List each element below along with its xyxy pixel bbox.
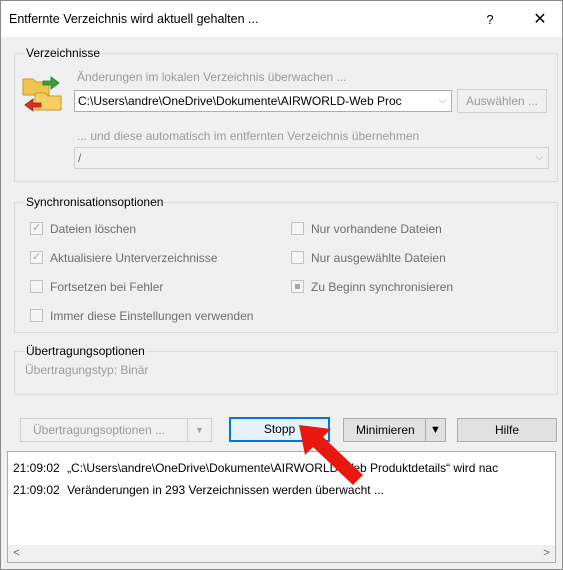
sync-options-group-label: Synchronisationsoptionen <box>25 195 165 209</box>
scroll-right-icon[interactable]: > <box>538 545 555 562</box>
local-directory-value: C:\Users\andre\OneDrive\Dokumente\AIRWOR… <box>78 94 402 108</box>
checkbox-box[interactable] <box>291 280 304 293</box>
chevron-down-icon[interactable]: ⌵ <box>531 148 548 168</box>
scroll-left-icon[interactable]: < <box>8 545 25 562</box>
title-bar[interactable]: Entfernte Verzeichnis wird aktuell gehal… <box>1 1 562 37</box>
window-title: Entfernte Verzeichnis wird aktuell gehal… <box>9 12 259 26</box>
transfer-type-text: Übertragungstyp: Binär <box>25 363 149 377</box>
checkbox-box[interactable] <box>30 309 43 322</box>
local-watch-label: Änderungen im lokalen Verzeichnis überwa… <box>77 70 347 84</box>
help-label: Hilfe <box>494 423 519 437</box>
selected-only-label: Nur ausgewählte Dateien <box>311 251 446 265</box>
sync-at-start-checkbox[interactable]: Zu Beginn synchronisieren <box>291 280 521 296</box>
chevron-down-icon[interactable]: ▼ <box>187 419 211 441</box>
checkbox-box[interactable] <box>291 222 304 235</box>
always-use-label: Immer diese Einstellungen verwenden <box>50 309 254 323</box>
continue-on-error-label: Fortsetzen bei Fehler <box>50 280 164 294</box>
dialog-window: Entfernte Verzeichnis wird aktuell gehal… <box>0 0 563 570</box>
log-list[interactable]: 21:09:02 „C:\Users\andre\OneDrive\Dokume… <box>7 451 556 563</box>
chevron-down-icon[interactable]: ⌵ <box>434 91 451 111</box>
remote-directory-value: / <box>78 151 82 165</box>
chevron-down-icon[interactable]: ▼ <box>425 419 445 441</box>
always-use-checkbox[interactable]: Immer diese Einstellungen verwenden <box>30 309 310 325</box>
selected-only-checkbox[interactable]: Nur ausgewählte Dateien <box>291 251 491 267</box>
continue-on-error-checkbox[interactable]: Fortsetzen bei Fehler <box>30 280 230 296</box>
stop-label: Stopp <box>263 422 296 436</box>
help-button[interactable]: Hilfe <box>457 418 557 442</box>
choose-directory-button[interactable]: Auswählen ... <box>457 89 547 113</box>
horizontal-scrollbar[interactable]: < > <box>8 545 555 562</box>
directories-group-label: Verzeichnisse <box>25 46 102 60</box>
existing-only-label: Nur vorhandene Dateien <box>311 222 442 236</box>
sync-at-start-label: Zu Beginn synchronisieren <box>311 280 454 294</box>
existing-only-checkbox[interactable]: Nur vorhandene Dateien <box>291 222 491 238</box>
log-time: 21:09:02 <box>13 461 60 475</box>
transfer-options-label: Übertragungsoptionen ... <box>33 423 166 437</box>
log-time: 21:09:02 <box>13 483 60 497</box>
delete-files-label: Dateien löschen <box>50 222 137 236</box>
log-text: „C:\Users\andre\OneDrive\Dokumente\AIRWO… <box>67 461 499 475</box>
transfer-options-group-label: Übertragungsoptionen <box>25 344 146 358</box>
checkbox-box[interactable] <box>291 251 304 264</box>
close-icon[interactable]: ✕ <box>523 7 557 33</box>
remote-apply-label: ... und diese automatisch im entfernten … <box>77 129 420 143</box>
remote-directory-combo[interactable]: / ⌵ <box>74 147 549 169</box>
checkbox-box[interactable] <box>30 280 43 293</box>
sync-folder-icon <box>21 73 65 113</box>
choose-directory-label: Auswählen ... <box>465 94 539 108</box>
local-directory-combo[interactable]: C:\Users\andre\OneDrive\Dokumente\AIRWOR… <box>74 90 452 112</box>
update-subdirs-checkbox[interactable]: Aktualisiere Unterverzeichnisse <box>30 250 270 267</box>
update-subdirs-label: Aktualisiere Unterverzeichnisse <box>50 251 218 265</box>
checkbox-box[interactable] <box>30 250 43 264</box>
red-arrow-annotation-icon <box>293 419 369 491</box>
log-line: 21:09:02 „C:\Users\andre\OneDrive\Dokume… <box>13 461 498 475</box>
help-icon[interactable]: ? <box>475 7 505 33</box>
checkbox-box[interactable] <box>30 221 43 235</box>
transfer-options-button[interactable]: Übertragungsoptionen ... ▼ <box>20 418 212 442</box>
delete-files-checkbox[interactable]: Dateien löschen <box>30 221 210 238</box>
